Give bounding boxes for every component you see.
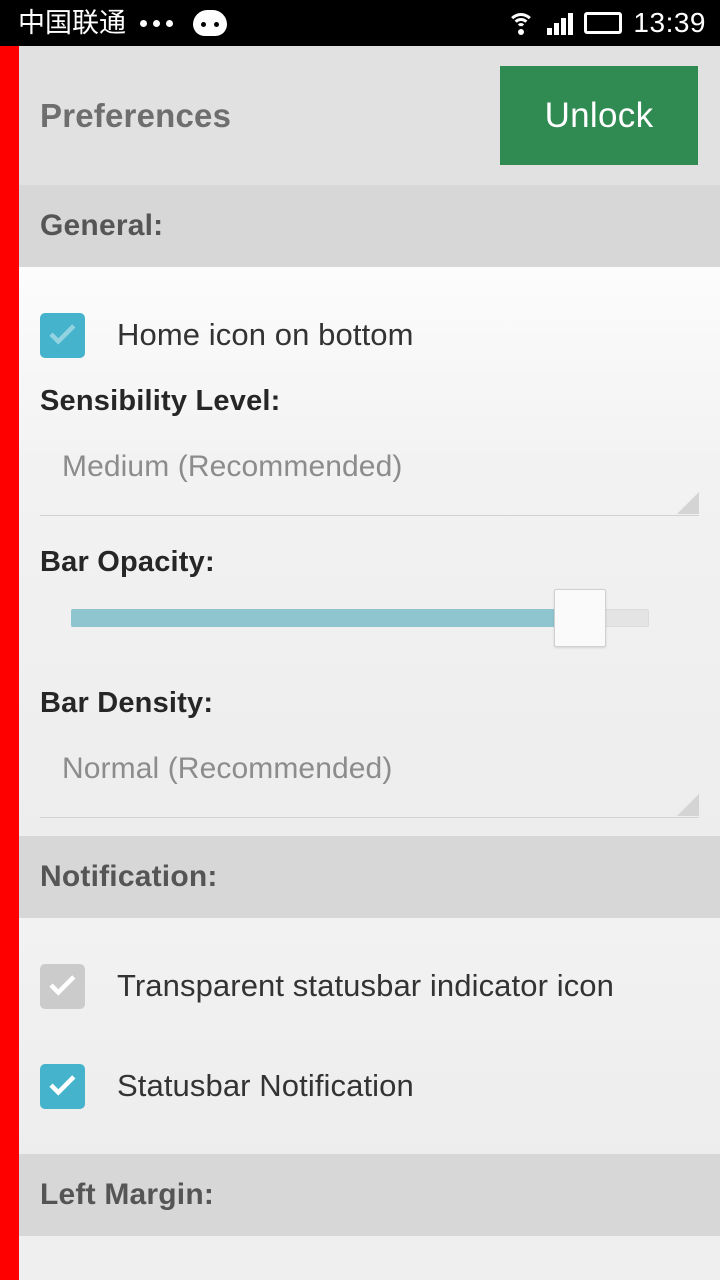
section-header-general: General: xyxy=(19,185,720,267)
check-icon xyxy=(49,974,76,996)
pref-row-transparent-statusbar-indicator-icon[interactable]: Transparent statusbar indicator icon xyxy=(19,936,720,1036)
app-content: Preferences Unlock General: Home icon on… xyxy=(19,46,720,1280)
carrier-name: 中国联通 xyxy=(18,7,126,39)
status-bar-left: 中国联通 xyxy=(18,10,227,37)
section-header-notification: Notification: xyxy=(19,836,720,918)
check-icon xyxy=(49,323,76,345)
cellular-signal-icon xyxy=(547,11,574,35)
spinner-sensibility-level[interactable]: Medium (Recommended) xyxy=(40,418,699,516)
section-body-general: Home icon on bottom Sensibility Level: M… xyxy=(19,267,720,836)
check-icon xyxy=(49,1074,76,1096)
status-bar: 中国联通 13:39 xyxy=(0,0,720,46)
spinner-selected-value: Normal (Recommended) xyxy=(62,751,393,785)
pref-row-home-icon-on-bottom[interactable]: Home icon on bottom xyxy=(19,285,720,385)
checkbox-statusbar-notification[interactable] xyxy=(40,1063,85,1109)
unlock-button[interactable]: Unlock xyxy=(500,66,698,165)
spinner-bar-density[interactable]: Normal (Recommended) xyxy=(40,720,699,818)
checkbox-home-icon-on-bottom[interactable] xyxy=(40,312,85,358)
pref-label: Transparent statusbar indicator icon xyxy=(117,968,614,1003)
android-robot-icon xyxy=(193,10,227,36)
more-dots-icon xyxy=(140,19,173,27)
spinner-caret-icon xyxy=(677,794,699,816)
label-bar-opacity: Bar Opacity: xyxy=(40,546,215,578)
status-bar-right: 13:39 xyxy=(506,9,706,37)
label-sensibility-level: Sensibility Level: xyxy=(40,385,281,417)
label-bar-density: Bar Density: xyxy=(40,687,214,719)
section-header-left-margin: Left Margin: xyxy=(19,1154,720,1236)
battery-icon xyxy=(584,12,623,34)
checkbox-transparent-statusbar-indicator-icon[interactable] xyxy=(40,963,85,1009)
section-title: General: xyxy=(40,209,164,242)
pref-label: Statusbar Notification xyxy=(117,1068,414,1103)
slider-fill xyxy=(71,609,580,627)
clock-time: 13:39 xyxy=(633,7,706,38)
pref-label: Home icon on bottom xyxy=(117,317,414,352)
phone-screen: 中国联通 13:39 Preferences Unlock General: H… xyxy=(0,0,720,1280)
slider-thumb[interactable] xyxy=(553,589,606,647)
app-header: Preferences Unlock xyxy=(19,46,720,185)
left-edge-trigger-bar[interactable] xyxy=(0,46,19,1280)
page-title: Preferences xyxy=(40,96,232,134)
wifi-icon xyxy=(506,11,536,35)
pref-row-statusbar-notification[interactable]: Statusbar Notification xyxy=(19,1036,720,1136)
section-body-notification: Transparent statusbar indicator icon Sta… xyxy=(19,918,720,1154)
slider-bar-opacity[interactable] xyxy=(40,579,699,657)
spinner-selected-value: Medium (Recommended) xyxy=(62,449,403,483)
section-title: Notification: xyxy=(40,860,218,893)
section-title: Left Margin: xyxy=(40,1178,215,1211)
spinner-caret-icon xyxy=(677,492,699,514)
